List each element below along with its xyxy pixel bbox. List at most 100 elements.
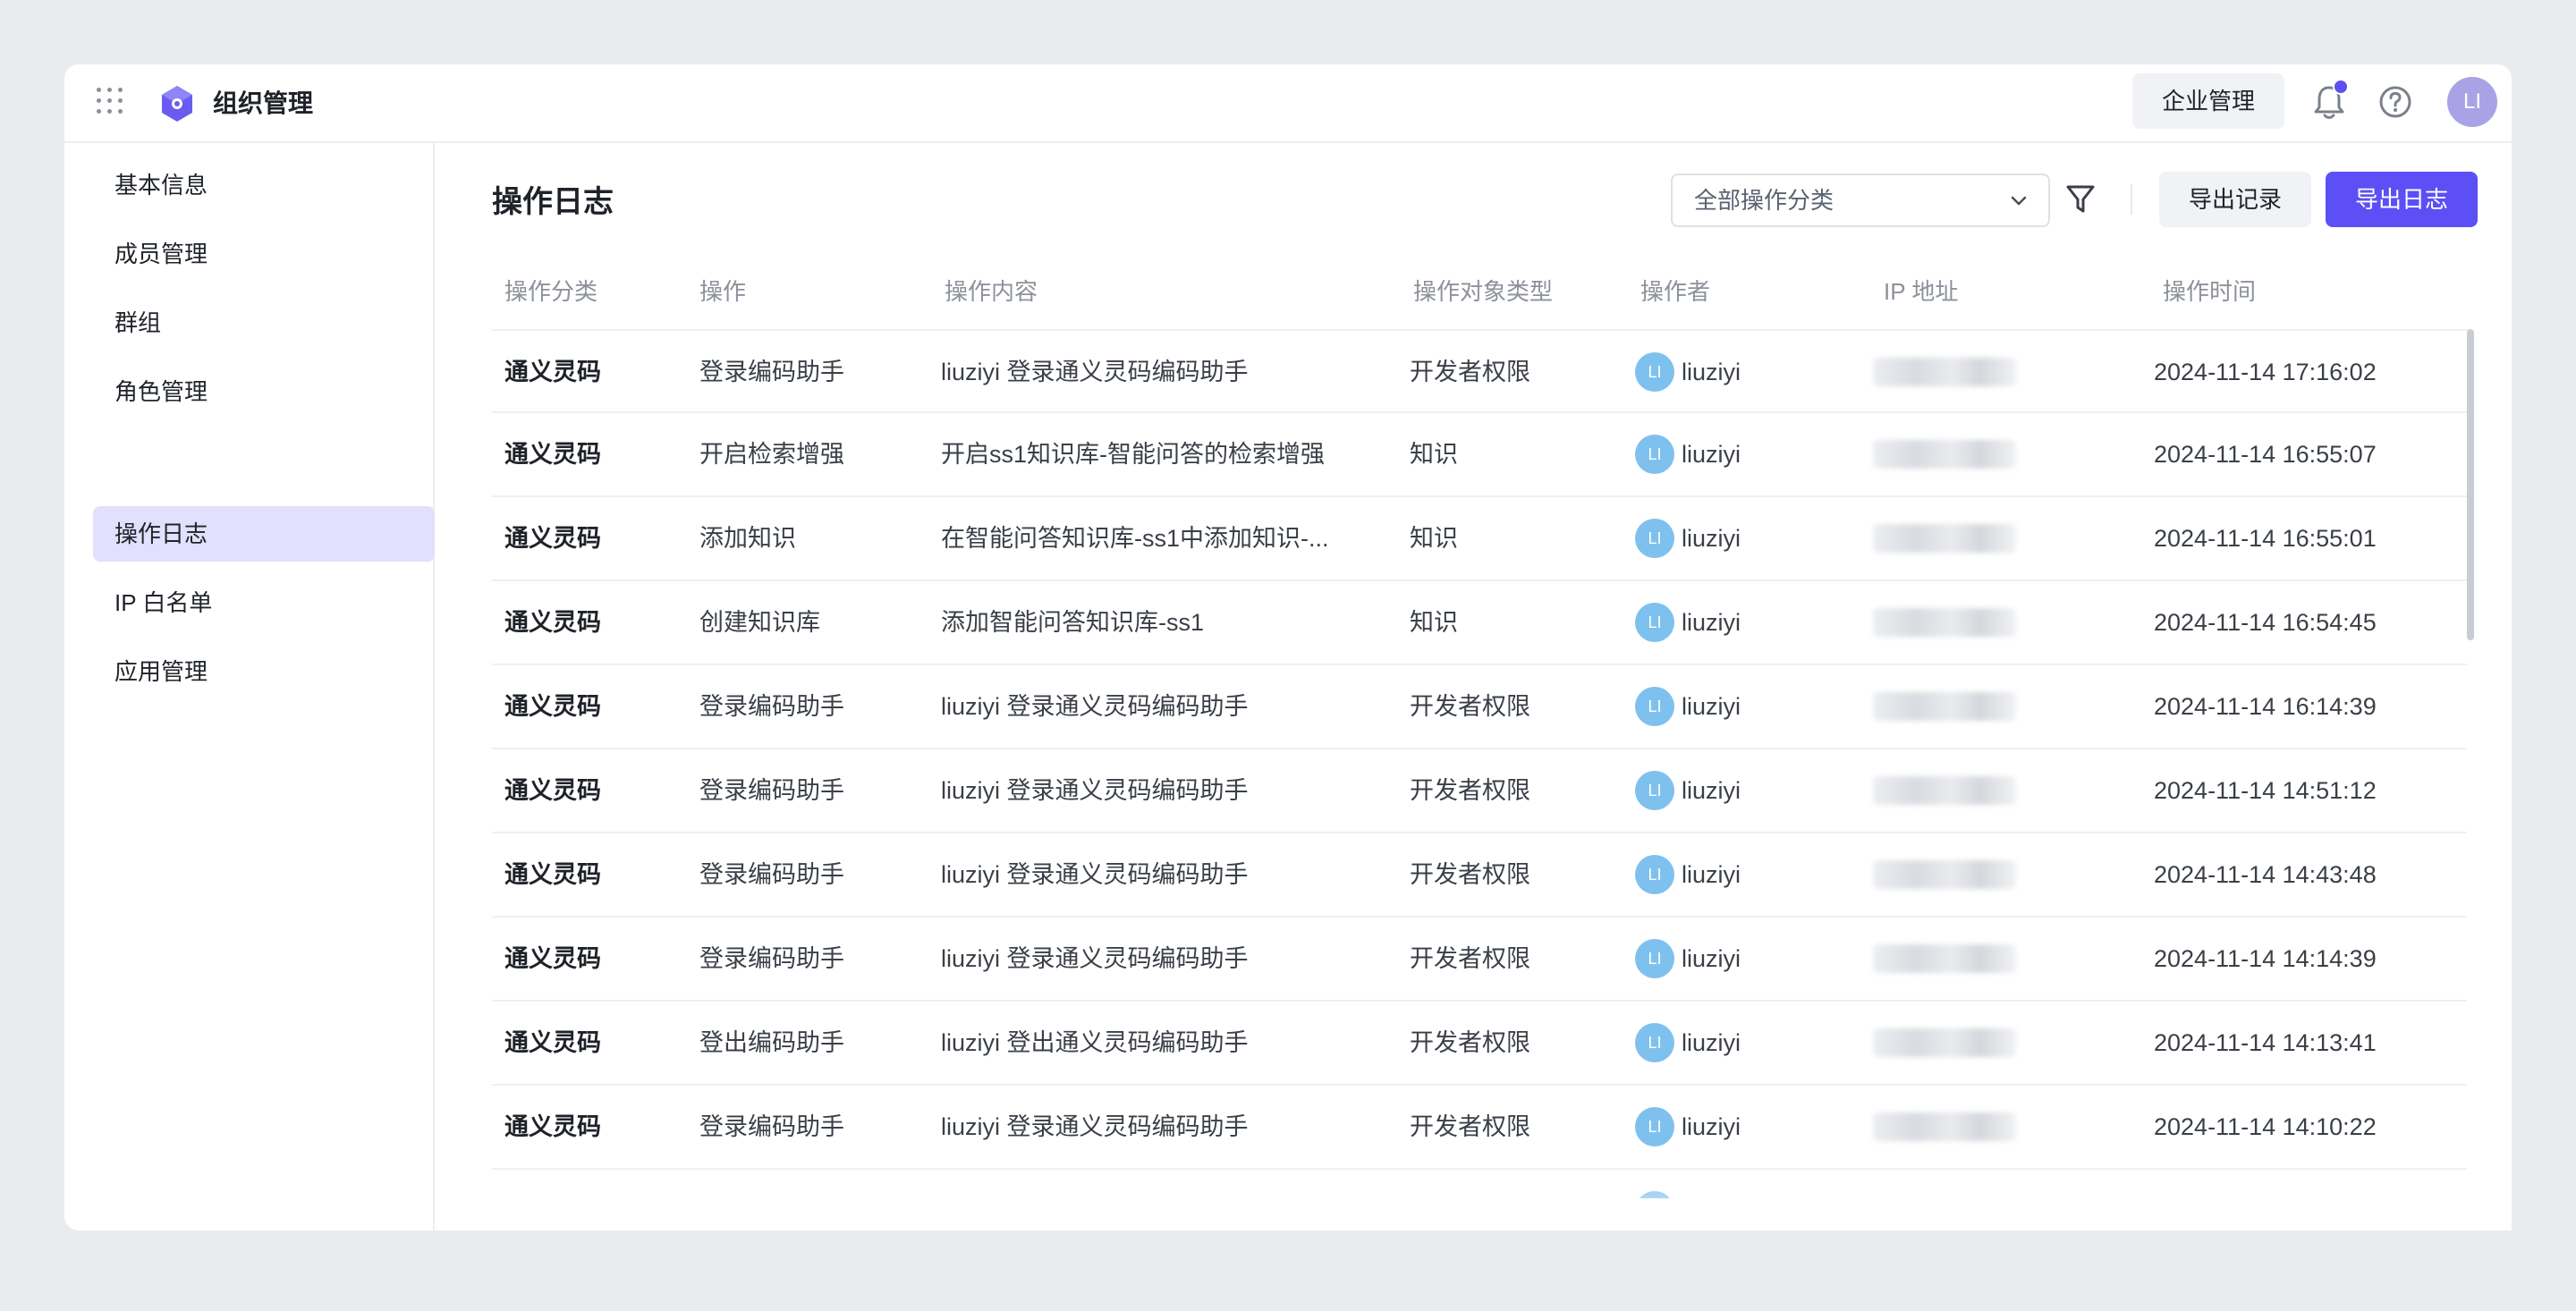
sidebar-item-groups[interactable]: 群组 (93, 295, 435, 351)
operator-avatar: LI (1635, 435, 1674, 474)
cell-object-type: 开发者权限 (1410, 777, 1530, 804)
cell-object-type: 知识 (1410, 441, 1458, 468)
cell-time: 2024-11-14 14:14:39 (2154, 945, 2377, 972)
export-records-button[interactable]: 导出记录 (2159, 172, 2311, 227)
sidebar-item-members[interactable]: 成员管理 (93, 226, 435, 282)
column-header-action[interactable]: 操作 (699, 265, 746, 318)
column-header-time[interactable]: 操作时间 (2163, 265, 2256, 318)
cell-object-type: 开发者权限 (1410, 1113, 1530, 1140)
cell-time: 2024-11-14 16:55:07 (2154, 441, 2377, 468)
cell-ip-redacted (1873, 608, 2016, 637)
filter-icon[interactable] (2064, 182, 2097, 216)
cell-action: 登录编码助手 (699, 861, 844, 888)
cell-category: 通义灵码 (504, 1113, 601, 1140)
cell-object-type: 知识 (1410, 609, 1458, 636)
cell-ip-redacted (1873, 692, 2016, 721)
cell-content: liuziyi 登录通义灵码编码助手 (941, 777, 1249, 804)
table-scrollbar[interactable] (2467, 329, 2474, 640)
cell-action: 添加知识 (699, 525, 796, 552)
operator-avatar: LI (1635, 687, 1674, 726)
column-header-operator[interactable]: 操作者 (1640, 265, 1710, 318)
table-row[interactable]: 通义灵码 登出编码助手 liuziyi 登出通义灵码编码助手 开发者权限 LI liuzi… (492, 1002, 2467, 1086)
cell-operator: liuziyi (1682, 693, 1741, 720)
table-row[interactable]: 通义灵码 开启检索增强 开启ss1知识库-智能问答的检索增强 知识 LI liuziyi 2… (492, 413, 2467, 497)
table-body: 通义灵码 登录编码助手 liuziyi 登录通义灵码编码助手 开发者权限 LI liuzi… (492, 329, 2467, 1198)
cell-ip-redacted (1873, 860, 2016, 889)
operator-avatar: LI (1635, 519, 1674, 558)
sidebar-item-operation-log[interactable]: 操作日志 (93, 506, 435, 562)
user-avatar[interactable]: LI (2447, 77, 2497, 127)
cell-time: 2024-11-14 16:55:01 (2154, 525, 2377, 552)
cell-object-type: 开发者权限 (1410, 693, 1530, 720)
operator-avatar: LI (1635, 1023, 1674, 1062)
cell-object-type: 开发者权限 (1410, 861, 1530, 888)
help-icon[interactable] (2377, 84, 2413, 120)
top-header: 组织管理 企业管理 LI (64, 64, 2512, 143)
cell-category: 通义灵码 (504, 1029, 601, 1056)
sidebar: 基本信息 成员管理 群组 角色管理 操作日志 IP 白名单 应用管理 (64, 143, 435, 1231)
cell-action: 登录编码助手 (699, 1113, 844, 1140)
cell-ip-redacted (1873, 440, 2016, 469)
cell-action: 登录编码助手 (699, 777, 844, 804)
table-row[interactable]: 通义灵码 登录编码助手 liuziyi 登录通义灵码编码助手 开发者权限 LI liuzi… (492, 749, 2467, 833)
table-row[interactable]: 通义灵码 登录编码助手 liuziyi 登录通义灵码编码助手 开发者权限 LI liuzi… (492, 1086, 2467, 1170)
cell-time: 2024-11-14 16:14:39 (2154, 693, 2377, 720)
cell-ip-redacted (1873, 1112, 2016, 1141)
table-row[interactable]: 通义灵码 登录编码助手 liuziyi 登录通义灵码编码助手 开发者权限 LI liuzi… (492, 918, 2467, 1002)
cell-object-type: 知识 (1410, 525, 1458, 552)
app-title: 组织管理 (213, 89, 314, 117)
cell-action: 登录编码助手 (699, 693, 844, 720)
cell-object-type: 开发者权限 (1410, 359, 1530, 385)
cell-object-type: 开发者权限 (1410, 945, 1530, 972)
cell-content: liuziyi 登录通义灵码编码助手 (941, 359, 1249, 385)
table-row[interactable]: 通义灵码 添加知识 在智能问答知识库-ss1中添加知识-... 知识 LI liuziyi… (492, 497, 2467, 581)
table-row[interactable]: 通义灵码 登录编码助手 liuziyi 登录通义灵码编码助手 开发者权限 LI liuzi… (492, 665, 2467, 749)
cell-operator: liuziyi (1682, 441, 1741, 468)
sidebar-item-ip-whitelist[interactable]: IP 白名单 (93, 575, 435, 630)
cell-category: 通义灵码 (504, 525, 601, 552)
operator-avatar: LI (1635, 855, 1674, 894)
cell-time: 2024-11-14 14:10:22 (2154, 1113, 2377, 1140)
operator-avatar: LI (1635, 603, 1674, 642)
toolbar-divider (2131, 184, 2132, 215)
cell-time: 2024-11-14 14:43:48 (2154, 861, 2377, 888)
cell-operator: liuziyi (1682, 945, 1741, 972)
cell-content: liuziyi 登录通义灵码编码助手 (941, 861, 1249, 888)
cell-operator: liuziyi (1682, 525, 1741, 552)
sidebar-item-app-management[interactable]: 应用管理 (93, 644, 435, 699)
table-header: 操作分类 操作 操作内容 操作对象类型 操作者 IP 地址 操作时间 (492, 265, 2531, 318)
table-row[interactable]: 通义灵码 创建知识库 添加智能问答知识库-ss1 知识 LI liuziyi 2024-11… (492, 581, 2467, 665)
cell-category: 通义灵码 (504, 359, 601, 385)
table-row[interactable]: 通义灵码 登录编码助手 liuziyi 登录通义灵码编码助手 开发者权限 LI liuzi… (492, 833, 2467, 918)
enterprise-management-button[interactable]: 企业管理 (2132, 73, 2284, 129)
column-header-category[interactable]: 操作分类 (504, 265, 597, 318)
operator-avatar: LI (1635, 771, 1674, 810)
operation-category-select[interactable]: 全部操作分类 (1671, 173, 2050, 227)
select-value: 全部操作分类 (1694, 187, 1835, 214)
cell-content: 添加智能问答知识库-ss1 (941, 609, 1205, 636)
cell-ip-redacted (1873, 358, 2016, 386)
column-header-object-type[interactable]: 操作对象类型 (1413, 265, 1553, 318)
cell-operator: liuziyi (1682, 1029, 1741, 1056)
cell-action: 创建知识库 (699, 609, 820, 636)
cell-operator: liuziyi (1682, 1113, 1741, 1140)
column-header-ip[interactable]: IP 地址 (1884, 265, 1958, 318)
apps-grid-icon[interactable] (97, 88, 129, 120)
cell-ip-redacted (1873, 1028, 2016, 1057)
cell-ip-redacted (1873, 524, 2016, 553)
cell-category: 通义灵码 (504, 441, 601, 468)
operator-avatar: LI (1635, 352, 1674, 392)
sidebar-item-roles[interactable]: 角色管理 (93, 364, 435, 419)
column-header-content[interactable]: 操作内容 (945, 265, 1038, 318)
bottom-fade (435, 1177, 2512, 1231)
cell-content: liuziyi 登出通义灵码编码助手 (941, 1029, 1249, 1056)
app-logo-icon (162, 86, 192, 122)
cell-action: 登录编码助手 (699, 359, 844, 385)
sidebar-item-basic-info[interactable]: 基本信息 (93, 157, 435, 213)
export-log-button[interactable]: 导出日志 (2326, 172, 2478, 227)
cell-ip-redacted (1873, 944, 2016, 973)
cell-category: 通义灵码 (504, 693, 601, 720)
cell-time: 2024-11-14 14:51:12 (2154, 777, 2377, 804)
operator-avatar: LI (1635, 939, 1674, 978)
table-row[interactable]: 通义灵码 登录编码助手 liuziyi 登录通义灵码编码助手 开发者权限 LI liuzi… (492, 329, 2467, 413)
